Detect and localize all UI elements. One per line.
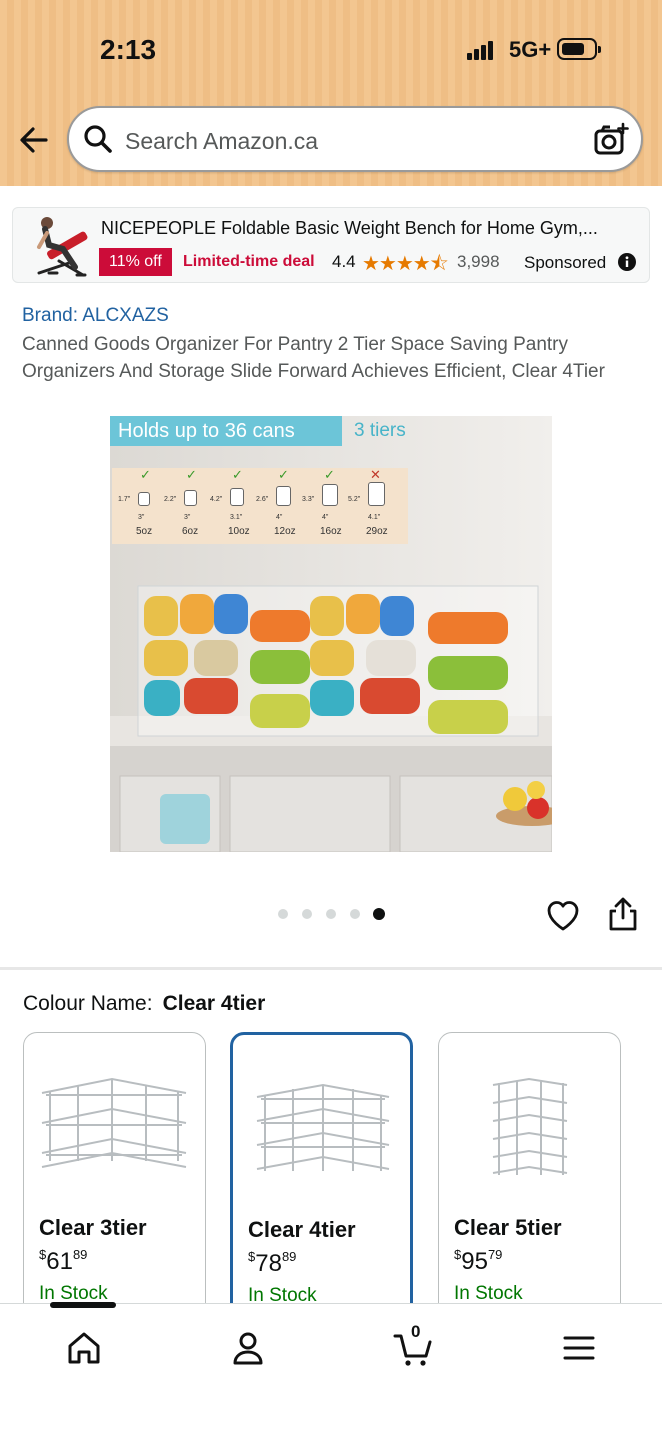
network-type: 5G+	[509, 37, 552, 62]
can-height: 2.2"	[164, 496, 177, 503]
can-ounces: 6oz	[182, 526, 199, 537]
can-width: 3"	[184, 514, 191, 521]
colour-option-clear-4tier[interactable]: Clear 4tier $7889 In Stock	[230, 1032, 413, 1332]
can-width: 4.1"	[368, 514, 381, 521]
product-title: Canned Goods Organizer For Pantry 2 Tier…	[22, 334, 605, 382]
can-height: 3.3"	[302, 496, 315, 503]
home-icon[interactable]	[64, 1328, 104, 1368]
ad-deal-label: Limited-time deal	[183, 253, 315, 270]
share-icon[interactable]	[606, 896, 640, 932]
colour-option-clear-3tier[interactable]: Clear 3tier $6189 In Stock	[23, 1032, 206, 1332]
carousel-dot[interactable]	[350, 909, 360, 919]
battery-icon	[557, 38, 601, 60]
can-fits-check-icon: ✓	[140, 467, 151, 482]
can-size-icon	[368, 482, 385, 506]
option-name: Clear 4tier	[248, 1217, 356, 1242]
can-width: 3"	[138, 514, 145, 521]
option-stock: In Stock	[454, 1283, 523, 1304]
top-header: 2:13 5G+ Search Amazon.ca	[0, 0, 662, 186]
back-arrow-icon[interactable]	[16, 122, 52, 158]
can-width: 4"	[276, 514, 283, 521]
option-price: $7889	[248, 1249, 297, 1277]
carousel-dot[interactable]	[302, 909, 312, 919]
ad-title[interactable]: NICEPEOPLE Foldable Basic Weight Bench f…	[101, 218, 621, 239]
can-height: 4.2"	[210, 496, 223, 503]
search-bar[interactable]: Search Amazon.ca	[67, 106, 643, 172]
option-thumbnail	[453, 1073, 605, 1183]
can-height: 5.2"	[348, 496, 361, 503]
sponsored-ad-banner[interactable]: NICEPEOPLE Foldable Basic Weight Bench f…	[12, 207, 650, 283]
wishlist-heart-icon[interactable]	[545, 898, 581, 934]
can-size-icon	[322, 484, 338, 506]
can-size-icon	[138, 492, 150, 506]
carousel-dot[interactable]	[278, 909, 288, 919]
can-ounces: 5oz	[136, 526, 153, 537]
can-fits-check-icon: ✓	[324, 467, 335, 482]
can-ounces: 10oz	[228, 526, 250, 537]
search-icon	[83, 124, 113, 154]
section-divider	[0, 967, 662, 970]
can-height: 2.6"	[256, 496, 269, 503]
search-input[interactable]: Search Amazon.ca	[125, 128, 318, 155]
can-size-icon	[276, 486, 291, 506]
status-time: 2:13	[100, 34, 157, 65]
can-height: 1.7"	[118, 496, 131, 503]
product-image[interactable]: Holds up to 36 cans 3 tiers ✓ 1.7" 3" 5oz ✓ 2…	[110, 416, 552, 852]
carousel-dot[interactable]	[326, 909, 336, 919]
can-size-icon	[230, 488, 244, 506]
ad-discount-badge: 11% off	[99, 248, 172, 276]
info-icon[interactable]	[618, 253, 636, 271]
option-price: $9579	[454, 1247, 503, 1275]
capacity-tag: Holds up to 36 cans	[110, 416, 342, 446]
ad-review-count: 3,998	[457, 252, 500, 271]
can-fits-check-icon: ✓	[186, 467, 197, 482]
can-size-icon	[184, 490, 197, 506]
option-thumbnail	[247, 1075, 399, 1185]
carousel-dot-active[interactable]	[373, 908, 385, 920]
ad-product-thumbnail[interactable]	[25, 211, 97, 281]
brand-link[interactable]: Brand: ALCXAZS	[22, 305, 169, 327]
cart-count: 0	[411, 1322, 421, 1341]
can-ounces: 12oz	[274, 526, 296, 537]
cellular-signal-icon	[467, 40, 497, 60]
product-page: { "status_bar": { "time": "2:13", "netwo…	[0, 0, 662, 1440]
ad-rating-value: 4.4	[332, 252, 356, 271]
ad-rating-stars-icon: ★★★★⯪	[362, 253, 449, 275]
can-ounces: 16oz	[320, 526, 342, 537]
can-fits-check-icon: ✓	[278, 467, 289, 482]
can-fits-check-icon: ✓	[232, 467, 243, 482]
home-tab-indicator	[50, 1302, 116, 1308]
colour-label: Colour Name:	[23, 992, 153, 1015]
option-name: Clear 5tier	[454, 1215, 562, 1240]
tiers-tag: 3 tiers	[354, 420, 406, 441]
colour-selected-value: Clear 4tier	[162, 992, 266, 1015]
option-name: Clear 3tier	[39, 1215, 147, 1240]
bottom-navigation	[0, 1303, 662, 1440]
account-icon[interactable]	[228, 1328, 268, 1368]
camera-search-icon[interactable]	[593, 122, 629, 158]
can-not-fit-x-icon: ✕	[370, 467, 381, 482]
can-width: 3.1"	[230, 514, 243, 521]
can-ounces: 29oz	[366, 526, 388, 537]
colour-option-clear-5tier[interactable]: Clear 5tier $9579 In Stock	[438, 1032, 621, 1332]
colour-name-row: Colour Name: Clear 4tier	[23, 992, 265, 1016]
option-price: $6189	[39, 1247, 88, 1275]
can-size-chart: ✓ 1.7" 3" 5oz ✓ 2.2" 3" 6oz ✓ 4.2" 3.1" 10oz ✓ 2.6" 4"…	[112, 468, 408, 544]
menu-icon[interactable]	[559, 1328, 599, 1368]
can-width: 4"	[322, 514, 329, 521]
option-thumbnail	[38, 1073, 190, 1183]
sponsored-label: Sponsored	[524, 253, 607, 272]
